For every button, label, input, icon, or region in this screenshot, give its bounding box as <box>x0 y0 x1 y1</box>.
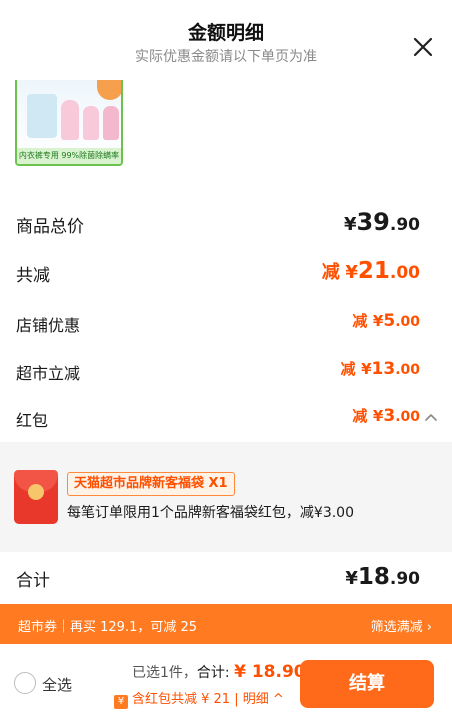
coupon-tag: 天猫超市品牌新客福袋 X1 <box>67 472 235 496</box>
checkout-bar: 全选 已选1件，合计: ¥ 18.90 ¥ 含红包共减 ¥ 21 | 明细 ^ 结… <box>0 644 452 720</box>
market-discount-value: 减 ¥13.00 <box>340 359 420 379</box>
discount-detail-link[interactable]: ¥ 含红包共减 ¥ 21 | 明细 ^ <box>114 688 284 709</box>
chevron-up-icon[interactable] <box>424 410 438 424</box>
product-thumb-caption: 内衣裤专用 99%除菌除螨率 <box>17 148 121 164</box>
selected-check-icon <box>97 80 121 100</box>
sheet-header: 金额明细 实际优惠金额请以下单页为准 <box>0 0 452 78</box>
red-packet-badge-icon: ¥ <box>114 695 128 709</box>
total-value: ¥18.90 <box>345 564 420 590</box>
store-discount-value: 减 ¥5.00 <box>352 311 420 331</box>
red-packet-icon <box>14 470 58 524</box>
red-packet-value: 减 ¥3.00 <box>352 406 420 426</box>
checkout-button[interactable]: 结算 <box>300 660 434 708</box>
store-discount-label: 店铺优惠 <box>16 316 81 335</box>
close-icon[interactable] <box>412 36 434 58</box>
red-packet-detail-panel: 天猫超市品牌新客福袋 X1 每笔订单限用1个品牌新客福袋红包，减¥3.00 <box>0 442 452 552</box>
selected-summary: 已选1件，合计: ¥ 18.90 <box>132 662 306 682</box>
red-packet-row[interactable]: 红包 减 ¥3.00 <box>16 405 420 433</box>
total-label: 合计 <box>16 571 50 591</box>
filter-full-discount-link[interactable]: 筛选满减 › <box>371 616 432 635</box>
select-all-radio[interactable] <box>14 672 36 694</box>
coupon-promo-bar[interactable]: 超市券｜再买 129.1，可减 25 筛选满减 › <box>0 604 452 644</box>
summary-total: ¥ 18.90 <box>234 662 306 682</box>
total-discount-label: 共减 <box>16 266 50 286</box>
total-discount-value: 减 ¥21.00 <box>321 258 420 284</box>
page-title: 金额明细 <box>187 22 264 44</box>
promo-text: 超市券｜再买 129.1，可减 25 <box>18 620 198 635</box>
goods-total-row: 商品总价 ¥39.90 <box>16 208 420 240</box>
product-image-bottle <box>103 106 119 140</box>
total-discount-row: 共减 减 ¥21.00 <box>16 258 420 290</box>
page-subtitle: 实际优惠金额请以下单页为准 <box>135 49 317 65</box>
product-thumbnail: 内衣裤专用 99%除菌除螨率 <box>15 80 123 166</box>
product-image-bottle <box>83 106 99 140</box>
coupon-description: 每笔订单限用1个品牌新客福袋红包，减¥3.00 <box>67 505 354 521</box>
market-discount-label: 超市立减 <box>16 364 81 383</box>
goods-total-value: ¥39.90 <box>343 208 420 236</box>
product-image-bottle <box>61 100 79 140</box>
market-discount-row: 超市立减 减 ¥13.00 <box>16 358 420 386</box>
total-row: 合计 ¥18.90 <box>16 560 420 600</box>
product-image-box <box>27 94 57 138</box>
store-discount-row: 店铺优惠 减 ¥5.00 <box>16 310 420 338</box>
red-packet-label: 红包 <box>16 411 49 430</box>
goods-total-label: 商品总价 <box>16 217 84 237</box>
select-all-label[interactable]: 全选 <box>42 674 72 695</box>
